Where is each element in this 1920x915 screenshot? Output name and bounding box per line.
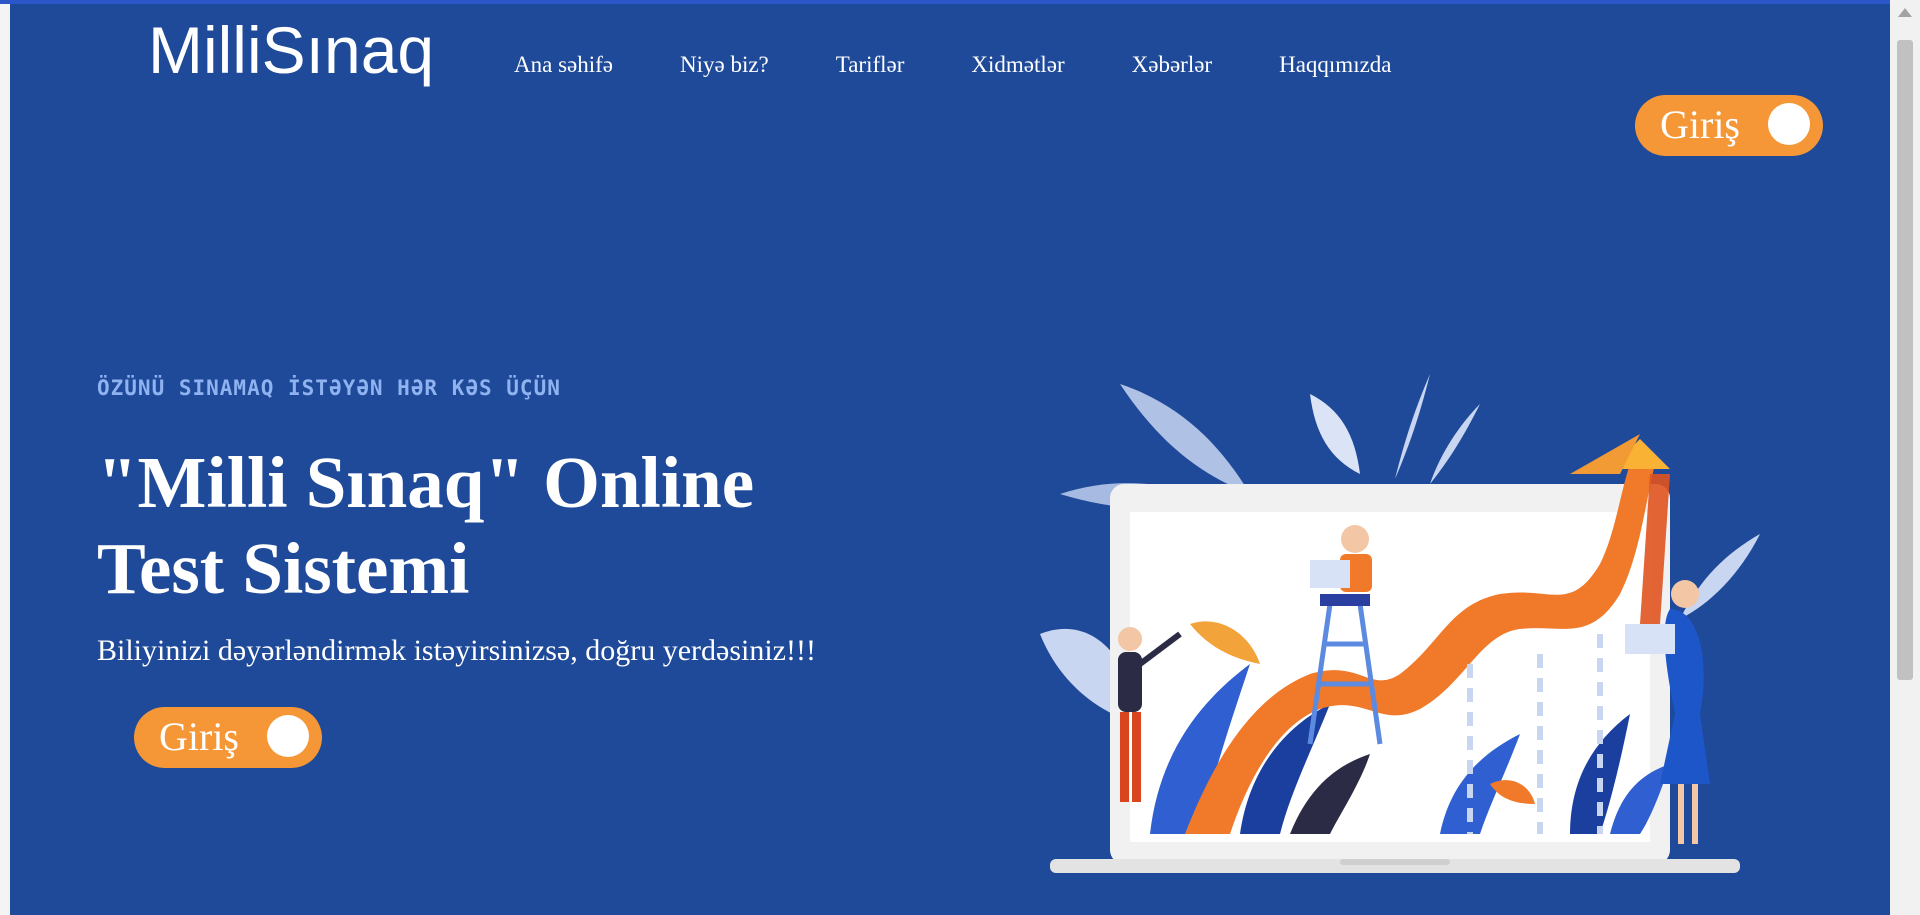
hero-title: "Milli Sınaq" Online Test Sistemi: [97, 442, 755, 609]
window-left-edge: [0, 0, 10, 915]
nav-item-why-us[interactable]: Niyə biz?: [680, 52, 769, 78]
nav-item-news[interactable]: Xəbərlər: [1132, 52, 1212, 78]
scroll-thumb[interactable]: [1897, 40, 1913, 680]
site-logo[interactable]: MilliSınaq: [148, 12, 434, 88]
nav-item-home[interactable]: Ana səhifə: [514, 52, 613, 78]
header-login-label: Giriş: [1660, 102, 1740, 147]
hero-eyebrow: ÖZÜNÜ SINAMAQ İSTƏYƏN HƏR KƏS ÜÇÜN: [97, 376, 561, 400]
hero-login-button[interactable]: Giriş: [134, 707, 322, 768]
hero-section: MilliSınaq Ana səhifə Niyə biz? Tariflər…: [10, 4, 1890, 915]
nav-item-about[interactable]: Haqqımızda: [1279, 52, 1391, 78]
hero-login-label: Giriş: [159, 714, 239, 759]
main-nav: Ana səhifə Niyə biz? Tariflər Xidmətlər …: [514, 52, 1392, 78]
vertical-scrollbar[interactable]: [1890, 0, 1920, 915]
toggle-knob-icon: [267, 715, 309, 757]
header-login-button[interactable]: Giriş: [1635, 95, 1823, 156]
toggle-knob-icon: [1768, 103, 1810, 145]
hero-illustration: [1040, 374, 1760, 873]
hero-subtitle: Biliyinizi dəyərləndirmək istəyirsinizsə…: [97, 634, 816, 667]
nav-item-services[interactable]: Xidmətlər: [971, 52, 1064, 78]
nav-item-tariffs[interactable]: Tariflər: [836, 52, 905, 78]
scroll-up-arrow-icon[interactable]: [1898, 8, 1912, 17]
